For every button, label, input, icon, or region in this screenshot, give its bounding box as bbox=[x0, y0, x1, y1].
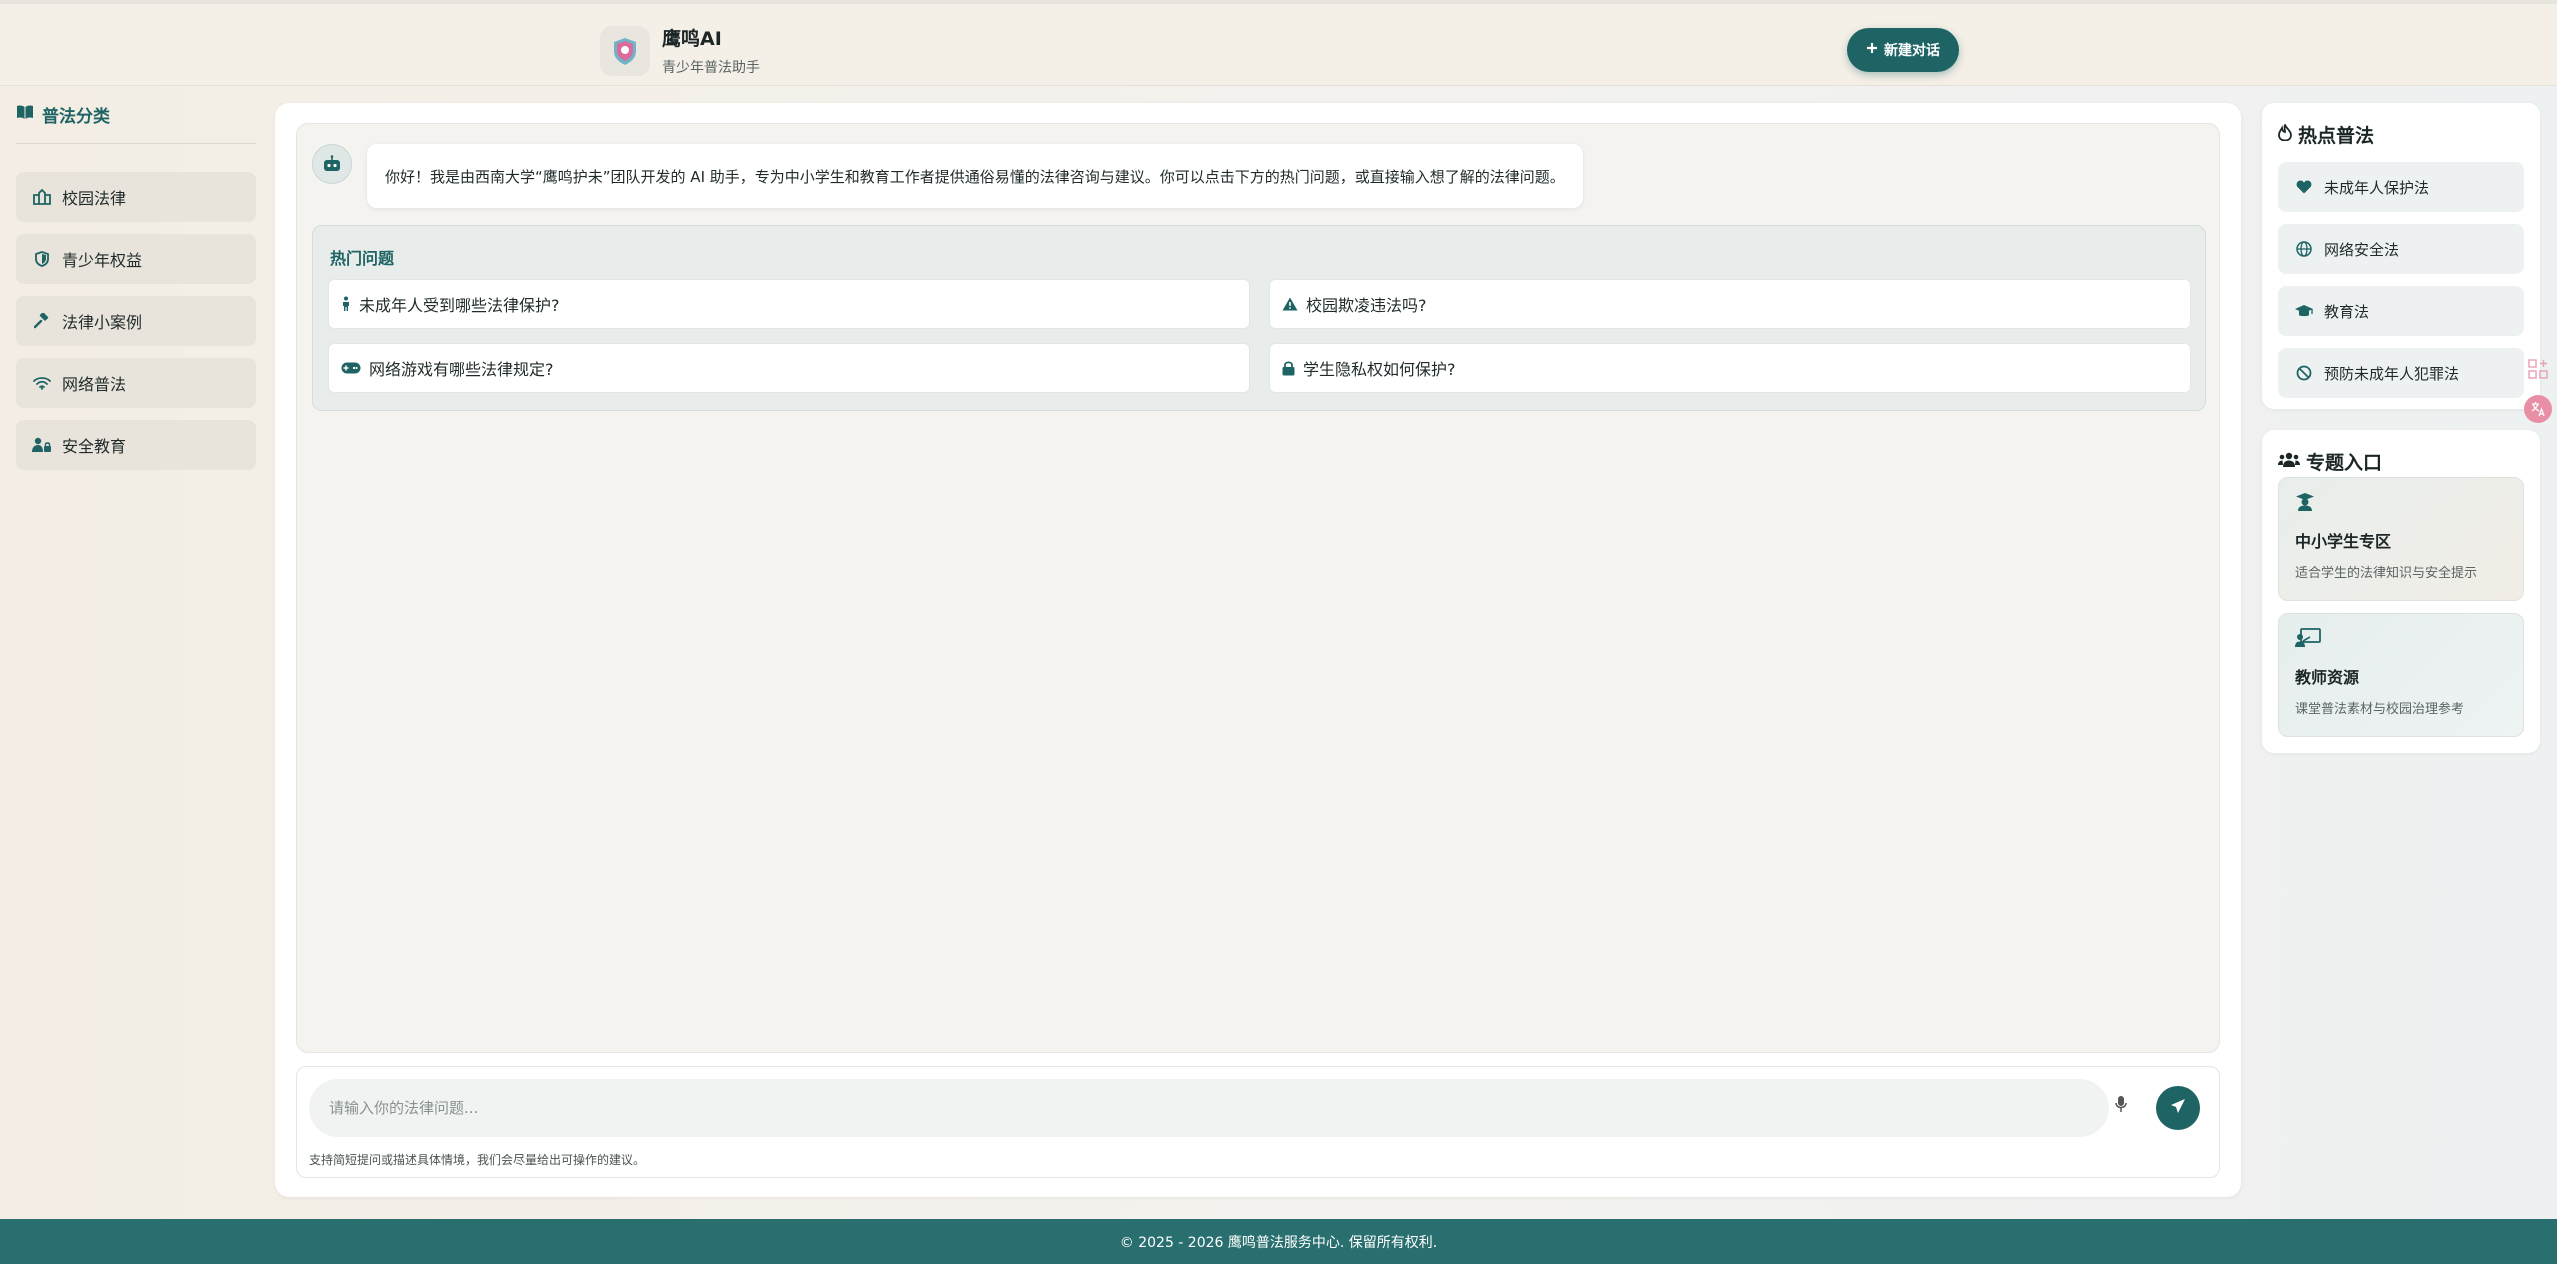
sidebar-item-label: 安全教育 bbox=[62, 437, 127, 456]
microphone-icon[interactable] bbox=[2115, 1095, 2127, 1117]
app-name: 鹰鸣AI bbox=[662, 28, 722, 50]
school-icon bbox=[32, 189, 52, 205]
fire-icon bbox=[2278, 122, 2292, 146]
input-hint: 支持简短提问或描述具体情境，我们会尽量给出可操作的建议。 bbox=[309, 1153, 646, 1167]
sidebar-item-label: 青少年权益 bbox=[62, 251, 143, 270]
hot-laws-title-text: 热点普法 bbox=[2298, 125, 2375, 147]
hot-law-item[interactable]: 网络安全法 bbox=[2278, 224, 2524, 274]
topics-title-text: 专题入口 bbox=[2306, 452, 2383, 474]
new-chat-label: 新建对话 bbox=[1884, 43, 1940, 59]
book-icon bbox=[16, 104, 34, 125]
composer: 支持简短提问或描述具体情境，我们会尽量给出可操作的建议。 bbox=[296, 1066, 2220, 1178]
hot-question-button[interactable]: 网络游戏有哪些法律规定? bbox=[328, 343, 1250, 393]
heart-icon bbox=[2294, 180, 2314, 194]
plus-icon bbox=[1866, 42, 1878, 58]
hot-questions-title: 热门问题 bbox=[330, 249, 395, 268]
hot-question-label: 校园欺凌违法吗? bbox=[1306, 296, 1427, 315]
app-subtitle: 青少年普法助手 bbox=[662, 60, 760, 76]
language-icon[interactable] bbox=[2524, 395, 2552, 423]
topic-title: 教师资源 bbox=[2295, 668, 2360, 687]
hot-law-label: 未成年人保护法 bbox=[2324, 178, 2430, 197]
app-logo bbox=[600, 25, 650, 76]
hot-law-label: 网络安全法 bbox=[2324, 240, 2400, 259]
sidebar-item-safety-education[interactable]: 安全教育 bbox=[16, 420, 256, 470]
hot-questions: 热门问题 未成年人受到哪些法律保护? 校园欺凌违法吗? 网络游戏有哪些法律规定? bbox=[312, 225, 2206, 411]
sidebar-item-label: 校园法律 bbox=[62, 189, 127, 208]
wifi-icon bbox=[32, 376, 52, 390]
sidebar-title-text: 普法分类 bbox=[42, 107, 110, 127]
chat-panel: 你好！我是由西南大学“鹰鸣护未”团队开发的 AI 助手，专为中小学生和教育工作者… bbox=[275, 103, 2241, 1197]
new-chat-button[interactable]: 新建对话 bbox=[1847, 28, 1959, 72]
shield-icon bbox=[32, 251, 52, 267]
hot-question-button[interactable]: 学生隐私权如何保护? bbox=[1269, 343, 2191, 393]
hot-question-button[interactable]: 未成年人受到哪些法律保护? bbox=[328, 279, 1250, 329]
hot-law-label: 预防未成年人犯罪法 bbox=[2324, 364, 2460, 383]
warning-icon bbox=[1282, 297, 1298, 311]
sidebar-item-label: 法律小案例 bbox=[62, 313, 143, 332]
translate-icon[interactable] bbox=[2524, 355, 2552, 383]
user-lock-icon bbox=[32, 437, 52, 453]
hot-question-label: 网络游戏有哪些法律规定? bbox=[369, 360, 554, 379]
brand[interactable]: 鹰鸣AI 青少年普法助手 bbox=[600, 24, 760, 77]
topics-title: 专题入口 bbox=[2278, 448, 2382, 475]
copyright-text: © 2025 - 2026 鹰鸣普法服务中心. 保留所有权利. bbox=[1119, 1234, 1438, 1251]
sidebar-item-youth-rights[interactable]: 青少年权益 bbox=[16, 234, 256, 284]
hot-laws-card: 热点普法 未成年人保护法 网络安全法 教育法 预防未成年人犯罪法 bbox=[2262, 103, 2540, 409]
send-button[interactable] bbox=[2156, 1086, 2200, 1130]
topic-student-zone[interactable]: 中小学生专区 适合学生的法律知识与安全提示 bbox=[2278, 477, 2524, 601]
child-icon bbox=[341, 296, 351, 312]
lock-icon bbox=[1282, 360, 1295, 376]
globe-icon bbox=[2294, 241, 2314, 257]
topic-teacher-resources[interactable]: 教师资源 课堂普法素材与校园治理参考 bbox=[2278, 613, 2524, 737]
ban-icon bbox=[2294, 365, 2314, 381]
graduation-cap-icon bbox=[2294, 304, 2314, 318]
topics-card: 专题入口 中小学生专区 适合学生的法律知识与安全提示 教师资源 课堂普法素材与校… bbox=[2262, 430, 2540, 753]
sidebar-item-network-law[interactable]: 网络普法 bbox=[16, 358, 256, 408]
top-header: 鹰鸣AI 青少年普法助手 新建对话 bbox=[0, 0, 2557, 86]
question-input[interactable] bbox=[309, 1079, 2109, 1137]
chat-messages[interactable]: 你好！我是由西南大学“鹰鸣护未”团队开发的 AI 助手，专为中小学生和教育工作者… bbox=[296, 123, 2220, 1053]
paper-plane-icon bbox=[2170, 1098, 2186, 1118]
sidebar-item-label: 网络普法 bbox=[62, 375, 127, 394]
hot-law-item[interactable]: 教育法 bbox=[2278, 286, 2524, 336]
hot-law-item[interactable]: 未成年人保护法 bbox=[2278, 162, 2524, 212]
robot-icon bbox=[312, 144, 352, 184]
topic-description: 课堂普法素材与校园治理参考 bbox=[2295, 702, 2465, 717]
teacher-icon bbox=[2295, 628, 2321, 652]
hot-laws-title: 热点普法 bbox=[2278, 121, 2374, 148]
sidebar-item-law-cases[interactable]: 法律小案例 bbox=[16, 296, 256, 346]
gavel-icon bbox=[32, 313, 52, 329]
sidebar-title: 普法分类 bbox=[16, 102, 256, 144]
student-icon bbox=[2295, 493, 2315, 516]
assistant-welcome-message: 你好！我是由西南大学“鹰鸣护未”团队开发的 AI 助手，专为中小学生和教育工作者… bbox=[367, 144, 1583, 208]
gamepad-icon bbox=[341, 362, 361, 374]
hot-question-button[interactable]: 校园欺凌违法吗? bbox=[1269, 279, 2191, 329]
sidebar-item-school-law[interactable]: 校园法律 bbox=[16, 172, 256, 222]
category-sidebar: 普法分类 校园法律 青少年权益 法律小案例 网络普法 安全教育 bbox=[16, 102, 256, 482]
footer: © 2025 - 2026 鹰鸣普法服务中心. 保留所有权利. bbox=[0, 1219, 2557, 1264]
hot-question-label: 学生隐私权如何保护? bbox=[1303, 360, 1456, 379]
hot-law-item[interactable]: 预防未成年人犯罪法 bbox=[2278, 348, 2524, 398]
hot-law-label: 教育法 bbox=[2324, 302, 2370, 321]
topic-description: 适合学生的法律知识与安全提示 bbox=[2295, 566, 2478, 581]
users-icon bbox=[2278, 451, 2300, 473]
topic-title: 中小学生专区 bbox=[2295, 532, 2392, 551]
floating-tools bbox=[2524, 355, 2552, 435]
hot-question-label: 未成年人受到哪些法律保护? bbox=[359, 296, 560, 315]
